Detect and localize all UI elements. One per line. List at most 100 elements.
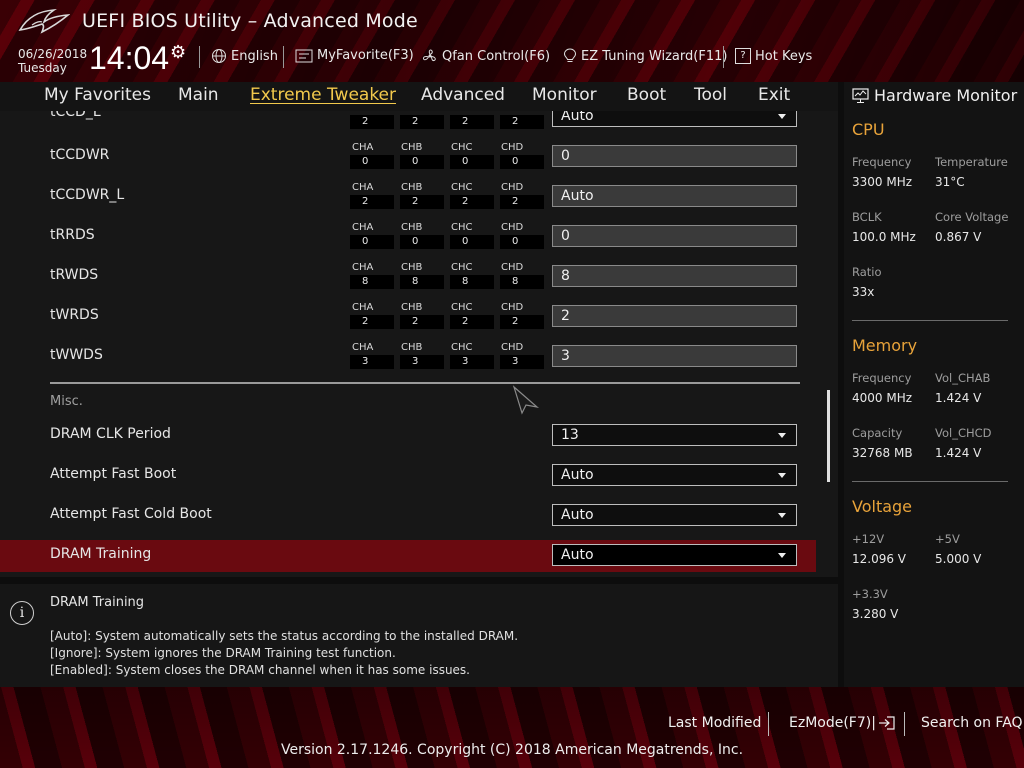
day-text: Tuesday xyxy=(18,61,67,75)
tab-main[interactable]: Main xyxy=(178,85,219,105)
twrds-input[interactable]: 2 xyxy=(552,305,797,327)
tccd-l-select[interactable]: Auto xyxy=(552,111,797,127)
gear-icon[interactable]: ⚙ xyxy=(170,42,186,63)
v12-value: 12.096 V xyxy=(852,552,907,566)
cpu-frequency-value: 3300 MHz xyxy=(852,175,913,189)
language-button[interactable]: English xyxy=(211,48,278,64)
section-heading-cpu: CPU xyxy=(852,120,885,139)
qfan-control-button[interactable]: Qfan Control(F6) xyxy=(422,48,550,64)
capacity-value: 32768 MB xyxy=(852,446,913,460)
help-title: DRAM Training xyxy=(50,595,145,610)
channel-value-chd: 3 xyxy=(500,355,544,369)
setting-label-dram-training[interactable]: DRAM Training xyxy=(50,546,151,562)
twwds-input[interactable]: 3 xyxy=(552,345,797,367)
vol-chcd-label: Vol_CHCD xyxy=(935,426,992,440)
ez-tuning-label: EZ Tuning Wizard(F11) xyxy=(581,48,728,64)
channel-label-cha: CHA xyxy=(352,262,374,273)
channel-label-cha: CHA xyxy=(352,222,374,233)
trrds-input[interactable]: 0 xyxy=(552,225,797,247)
ezmode-label: EzMode(F7)| xyxy=(789,715,876,731)
v12-label: +12V xyxy=(852,532,885,546)
vol-chab-value: 1.424 V xyxy=(935,391,982,405)
channel-label-chd: CHD xyxy=(501,142,524,153)
hardware-monitor-panel: Hardware Monitor CPU Frequency Temperatu… xyxy=(844,82,1024,687)
favorite-list-icon xyxy=(295,49,313,62)
tccdwr-input[interactable]: 0 xyxy=(552,145,797,167)
mouse-cursor-icon xyxy=(512,385,540,415)
myfavorite-button[interactable]: MyFavorite(F3) xyxy=(295,48,414,63)
section-heading-misc: Misc. xyxy=(50,394,83,409)
channel-value-chb: 2 xyxy=(400,195,444,209)
trwds-input[interactable]: 8 xyxy=(552,265,797,287)
tab-boot[interactable]: Boot xyxy=(627,85,666,105)
channel-label-chb: CHB xyxy=(401,222,423,233)
footer-divider xyxy=(904,712,905,736)
tab-exit[interactable]: Exit xyxy=(758,85,790,105)
myfavorite-label: MyFavorite(F3) xyxy=(317,48,414,63)
capacity-label: Capacity xyxy=(852,426,903,440)
tab-tool[interactable]: Tool xyxy=(694,85,727,105)
channel-label-chd: CHD xyxy=(501,182,524,193)
tab-extreme-tweaker[interactable]: Extreme Tweaker xyxy=(250,85,396,105)
channel-label-chd: CHD xyxy=(501,302,524,313)
channel-label-cha: CHA xyxy=(352,142,374,153)
tccdwr-l-input[interactable]: Auto xyxy=(552,185,797,207)
search-faq-button[interactable]: Search on FAQ xyxy=(921,715,1023,731)
bclk-label: BCLK xyxy=(852,210,882,224)
channel-label-cha: CHA xyxy=(352,302,374,313)
ezmode-button[interactable]: EzMode(F7)| xyxy=(789,715,896,731)
channel-value-chb: 3 xyxy=(400,355,444,369)
attempt-fast-boot-select[interactable]: Auto xyxy=(552,464,797,486)
channel-value-chd: 2 xyxy=(500,115,544,129)
core-voltage-label: Core Voltage xyxy=(935,210,1009,224)
channel-value-chd: 2 xyxy=(500,315,544,329)
setting-label-twwds: tWWDS xyxy=(50,347,103,363)
toolbar-divider xyxy=(283,46,284,68)
toolbar-divider xyxy=(199,46,200,68)
channel-value-chc: 2 xyxy=(450,115,494,129)
attempt-fast-cold-boot-select[interactable]: Auto xyxy=(552,504,797,526)
last-modified-button[interactable]: Last Modified xyxy=(668,715,761,731)
qfan-label: Qfan Control(F6) xyxy=(442,48,551,64)
bclk-value: 100.0 MHz xyxy=(852,230,916,244)
channel-value-chc: 0 xyxy=(450,235,494,249)
attempt-fast-boot-value: Auto xyxy=(561,467,594,483)
question-key-icon: ? xyxy=(735,48,751,64)
ratio-label: Ratio xyxy=(852,265,882,279)
channel-label-chc: CHC xyxy=(451,182,473,193)
tab-advanced[interactable]: Advanced xyxy=(421,85,505,105)
channel-label-chd: CHD xyxy=(501,342,524,353)
v33-value: 3.280 V xyxy=(852,607,899,621)
hardware-monitor-title: Hardware Monitor xyxy=(852,86,1017,105)
setting-label-attempt-fast-cold-boot[interactable]: Attempt Fast Cold Boot xyxy=(50,506,212,522)
v33-label: +3.3V xyxy=(852,587,888,601)
channel-value-chb: 0 xyxy=(400,235,444,249)
section-heading-voltage: Voltage xyxy=(852,497,913,516)
app-title: UEFI BIOS Utility – Advanced Mode xyxy=(82,10,418,32)
setting-label-tccdwr-l: tCCDWR_L xyxy=(50,187,125,203)
tab-monitor[interactable]: Monitor xyxy=(532,85,597,105)
channel-label-cha: CHA xyxy=(352,182,374,193)
hardware-monitor-label: Hardware Monitor xyxy=(874,86,1018,105)
dram-clk-period-select[interactable]: 13 xyxy=(552,424,797,446)
channel-label-chc: CHC xyxy=(451,262,473,273)
channel-value-cha: 8 xyxy=(350,275,394,289)
hot-keys-button[interactable]: ? Hot Keys xyxy=(735,48,812,64)
cpu-frequency-label: Frequency xyxy=(852,155,912,169)
monitor-icon xyxy=(852,87,869,103)
channel-value-chc: 2 xyxy=(450,315,494,329)
channel-label-chc: CHC xyxy=(451,142,473,153)
setting-label-dram-clk-period[interactable]: DRAM CLK Period xyxy=(50,426,171,442)
tccd-l-value: Auto xyxy=(561,111,594,124)
vol-chab-label: Vol_CHAB xyxy=(935,371,991,385)
ez-tuning-wizard-button[interactable]: EZ Tuning Wizard(F11) xyxy=(563,48,727,64)
tab-my-favorites[interactable]: My Favorites xyxy=(44,85,151,105)
channel-value-chb: 2 xyxy=(400,315,444,329)
setting-label-twrds: tWRDS xyxy=(50,307,99,323)
scrollbar-thumb[interactable] xyxy=(827,390,830,482)
channel-value-cha: 2 xyxy=(350,115,394,129)
date-display: 06/26/2018 Tuesday xyxy=(18,47,87,75)
globe-icon xyxy=(212,49,226,63)
dram-training-select[interactable]: Auto xyxy=(552,544,797,566)
setting-label-attempt-fast-boot[interactable]: Attempt Fast Boot xyxy=(50,466,176,482)
